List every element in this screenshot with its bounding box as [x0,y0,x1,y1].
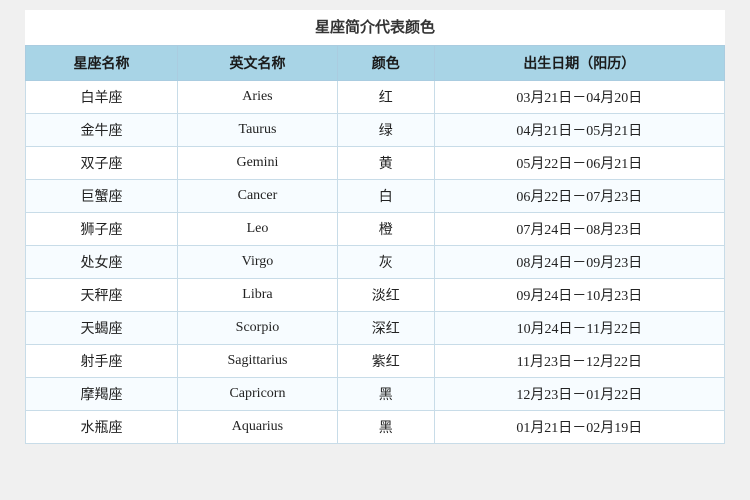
cell-color: 绿 [337,114,434,147]
cell-date: 10月24日－11月22日 [434,312,724,345]
cell-english: Cancer [178,180,338,213]
cell-color: 黑 [337,378,434,411]
cell-english: Libra [178,279,338,312]
cell-chinese: 射手座 [26,345,178,378]
cell-english: Gemini [178,147,338,180]
cell-english: Capricorn [178,378,338,411]
cell-chinese: 天秤座 [26,279,178,312]
header-date: 出生日期（阳历） [434,46,724,81]
zodiac-table: 星座名称 英文名称 颜色 出生日期（阳历） 白羊座Aries红03月21日－04… [25,45,725,444]
table-row: 处女座Virgo灰08月24日－09月23日 [26,246,725,279]
cell-date: 04月21日－05月21日 [434,114,724,147]
cell-chinese: 天蝎座 [26,312,178,345]
cell-color: 淡红 [337,279,434,312]
table-row: 双子座Gemini黄05月22日－06月21日 [26,147,725,180]
cell-color: 橙 [337,213,434,246]
cell-date: 09月24日－10月23日 [434,279,724,312]
cell-english: Sagittarius [178,345,338,378]
cell-english: Aquarius [178,411,338,444]
cell-color: 黄 [337,147,434,180]
header-color: 颜色 [337,46,434,81]
table-row: 射手座Sagittarius紫红11月23日－12月22日 [26,345,725,378]
table-row: 金牛座Taurus绿04月21日－05月21日 [26,114,725,147]
cell-date: 12月23日－01月22日 [434,378,724,411]
cell-english: Scorpio [178,312,338,345]
cell-chinese: 白羊座 [26,81,178,114]
cell-color: 灰 [337,246,434,279]
table-row: 摩羯座Capricorn黑12月23日－01月22日 [26,378,725,411]
table-row: 天秤座Libra淡红09月24日－10月23日 [26,279,725,312]
cell-chinese: 巨蟹座 [26,180,178,213]
cell-date: 08月24日－09月23日 [434,246,724,279]
cell-chinese: 金牛座 [26,114,178,147]
cell-date: 06月22日－07月23日 [434,180,724,213]
cell-date: 11月23日－12月22日 [434,345,724,378]
table-row: 白羊座Aries红03月21日－04月20日 [26,81,725,114]
cell-chinese: 水瓶座 [26,411,178,444]
cell-english: Aries [178,81,338,114]
cell-chinese: 摩羯座 [26,378,178,411]
page-title: 星座简介代表颜色 [25,10,725,45]
cell-date: 03月21日－04月20日 [434,81,724,114]
cell-english: Taurus [178,114,338,147]
table-row: 水瓶座Aquarius黑01月21日－02月19日 [26,411,725,444]
cell-english: Virgo [178,246,338,279]
header-chinese: 星座名称 [26,46,178,81]
cell-date: 05月22日－06月21日 [434,147,724,180]
cell-date: 07月24日－08月23日 [434,213,724,246]
cell-chinese: 处女座 [26,246,178,279]
main-container: 星座简介代表颜色 星座名称 英文名称 颜色 出生日期（阳历） 白羊座Aries红… [25,10,725,444]
table-header-row: 星座名称 英文名称 颜色 出生日期（阳历） [26,46,725,81]
cell-chinese: 双子座 [26,147,178,180]
cell-color: 红 [337,81,434,114]
cell-date: 01月21日－02月19日 [434,411,724,444]
table-row: 天蝎座Scorpio深红10月24日－11月22日 [26,312,725,345]
cell-color: 白 [337,180,434,213]
cell-color: 紫红 [337,345,434,378]
cell-color: 深红 [337,312,434,345]
cell-chinese: 狮子座 [26,213,178,246]
header-english: 英文名称 [178,46,338,81]
cell-english: Leo [178,213,338,246]
table-row: 狮子座Leo橙07月24日－08月23日 [26,213,725,246]
table-row: 巨蟹座Cancer白06月22日－07月23日 [26,180,725,213]
cell-color: 黑 [337,411,434,444]
